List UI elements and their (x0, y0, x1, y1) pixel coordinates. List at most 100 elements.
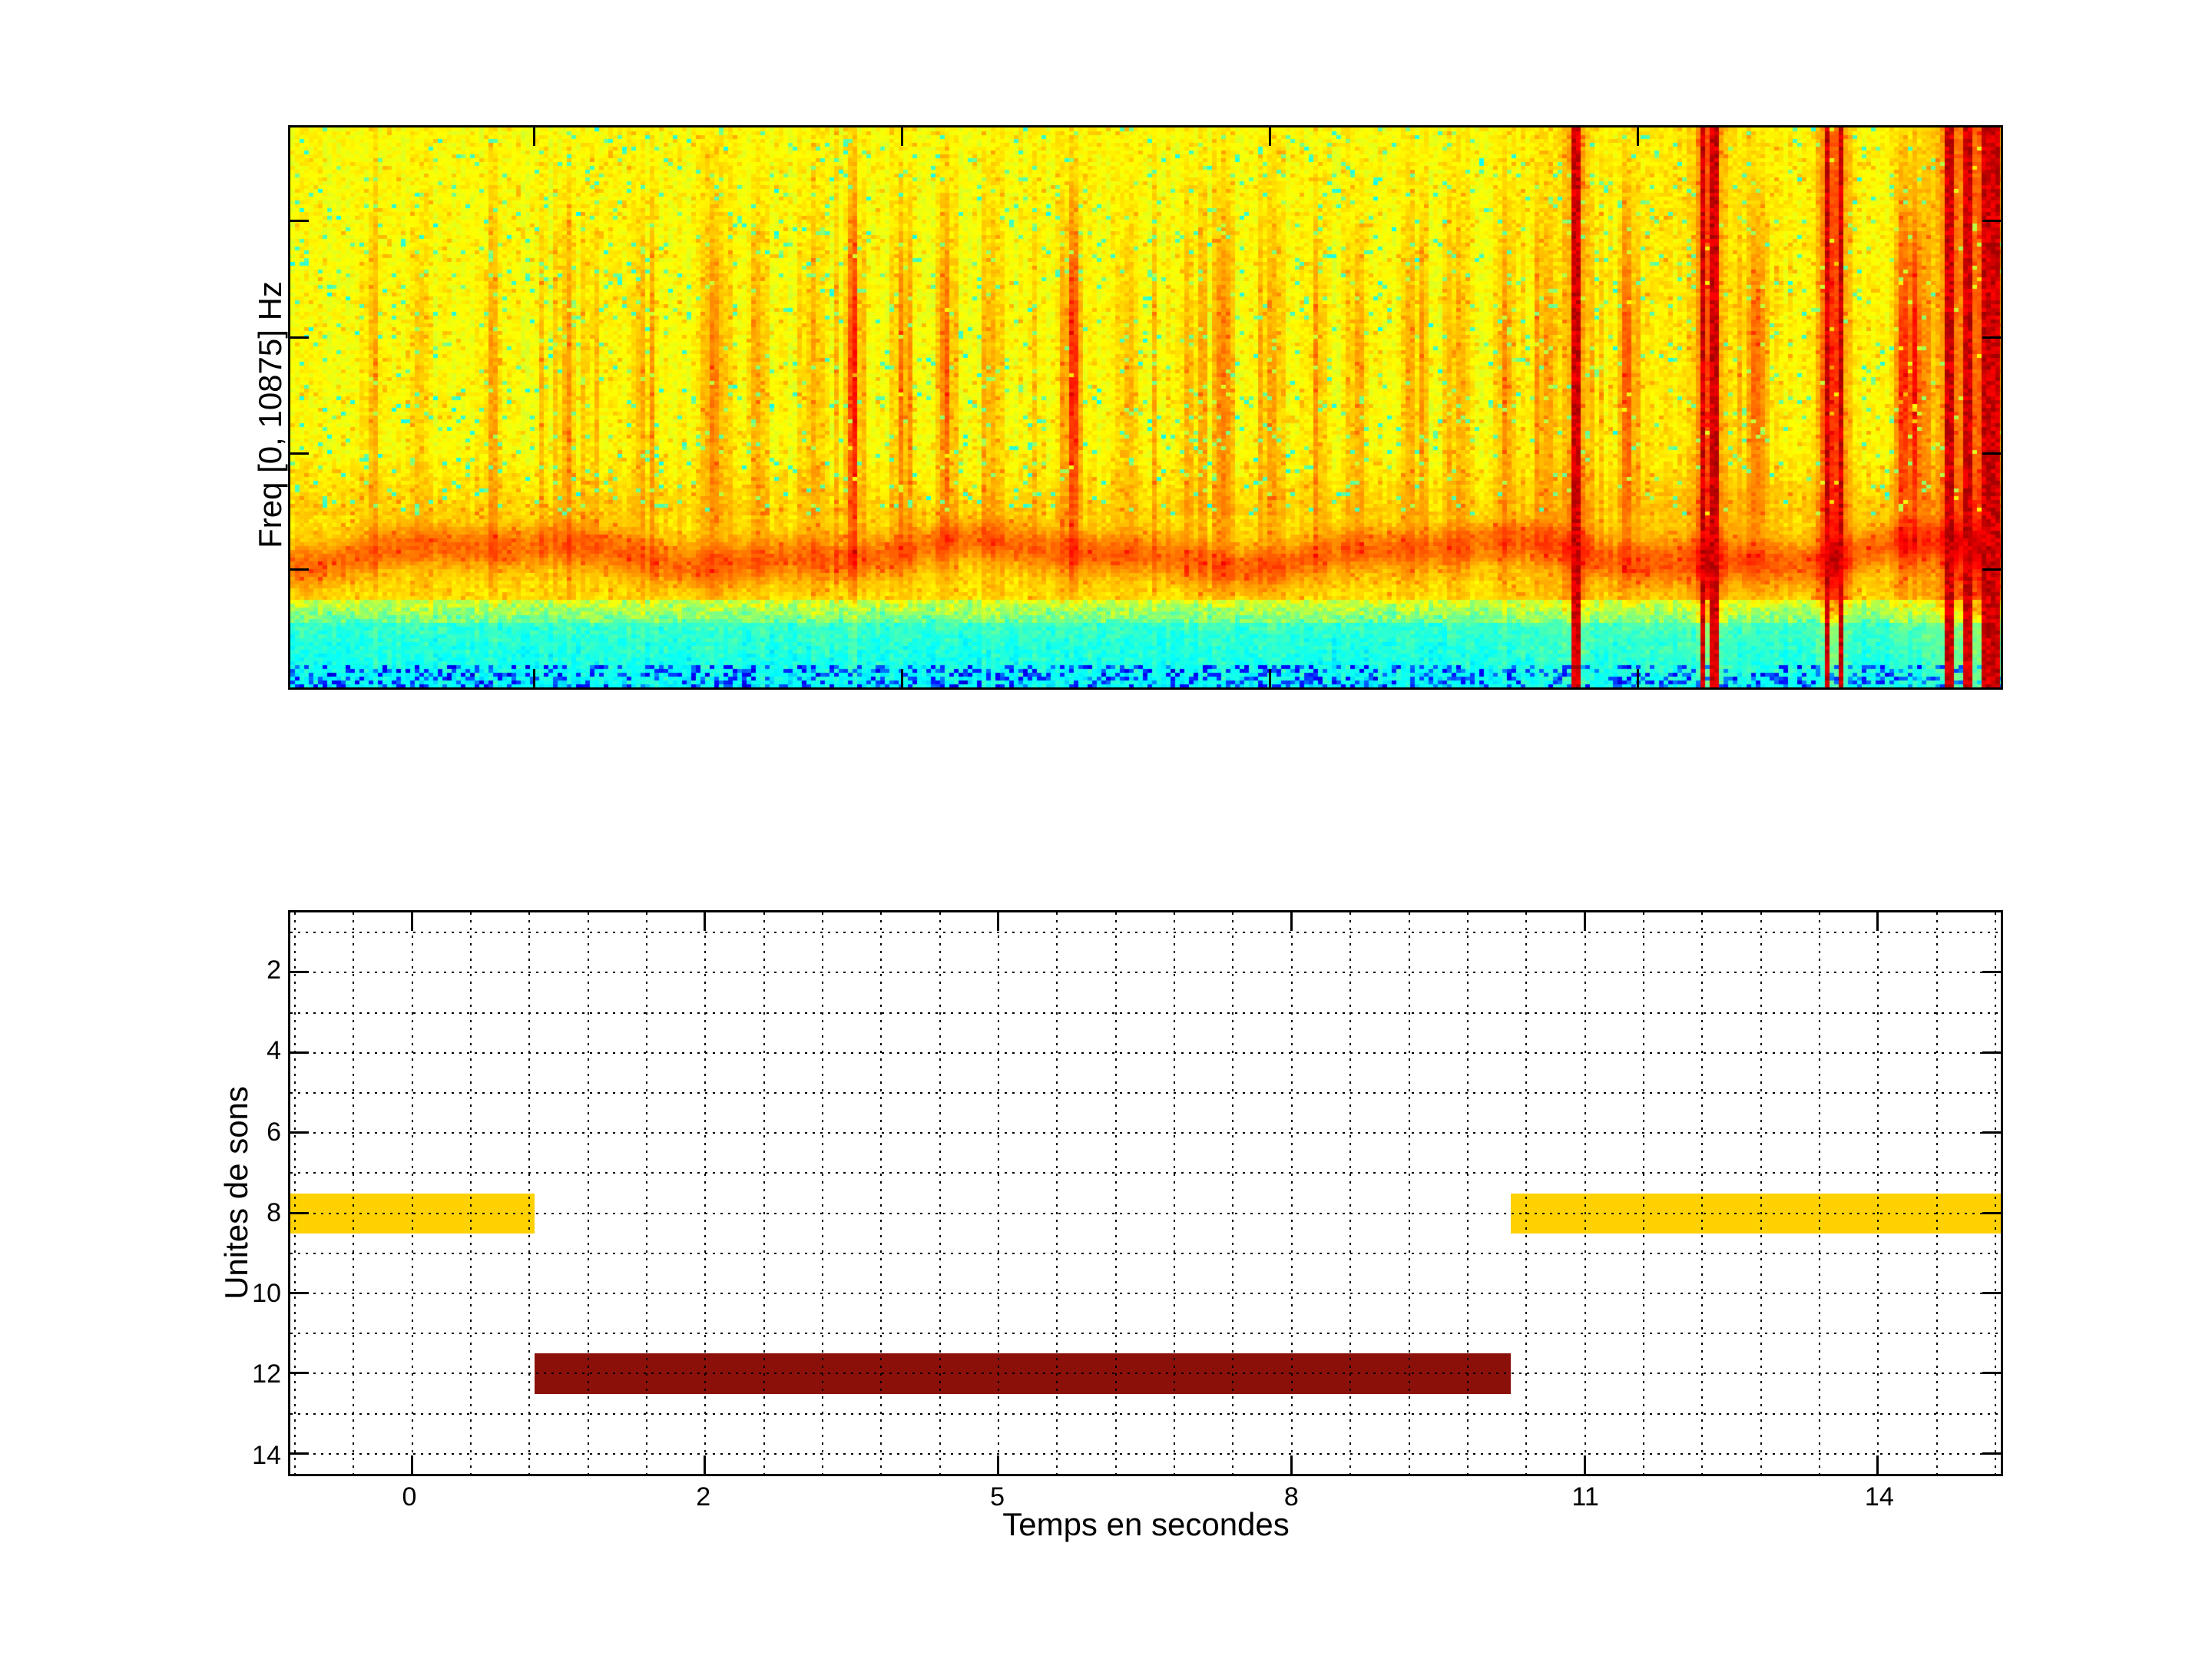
grid-line-vertical (763, 912, 765, 1474)
grid-line-vertical (939, 912, 941, 1474)
x-tick-mark (704, 1455, 706, 1474)
grid-line-vertical (412, 912, 413, 1474)
grid-line-horizontal (290, 932, 2001, 933)
grid-line-vertical (1232, 912, 1233, 1474)
x-tick-mark (1290, 912, 1293, 931)
x-tick-mark (704, 912, 706, 931)
grid-line-vertical (1525, 912, 1527, 1474)
grid-line-horizontal (290, 1052, 2001, 1054)
spec-y-tick-mark (290, 220, 309, 222)
x-tick-label: 0 (402, 1484, 417, 1510)
y-tick-label: 12 (212, 1361, 281, 1387)
y-tick-label: 8 (212, 1200, 281, 1226)
x-tick-mark (997, 912, 999, 931)
spec-y-tick-mark (1982, 568, 2001, 571)
y-tick-mark (290, 1372, 309, 1374)
grid-line-horizontal (290, 1213, 2001, 1214)
y-tick-mark (1982, 1212, 2001, 1214)
grid-line-horizontal (290, 1293, 2001, 1294)
y-tick-mark (1982, 1131, 2001, 1134)
grid-line-vertical (1291, 912, 1293, 1474)
y-tick-label: 14 (212, 1442, 281, 1469)
y-tick-label: 2 (212, 957, 281, 983)
grid-line-vertical (822, 912, 823, 1474)
y-tick-mark (1982, 1452, 2001, 1455)
grid-line-horizontal (290, 1012, 2001, 1014)
y-tick-label: 6 (212, 1119, 281, 1145)
y-tick-mark (290, 971, 309, 973)
spec-x-tick-mark (901, 669, 903, 687)
freq-axis-label: Freq [0, 10875] Hz (254, 281, 286, 548)
grid-line-horizontal (290, 1453, 2001, 1455)
x-tick-mark (1584, 912, 1586, 931)
grid-line-vertical (1115, 912, 1117, 1474)
grid-line-vertical (880, 912, 882, 1474)
time-axis-label: Temps en secondes (1002, 1508, 1290, 1541)
y-tick-mark (1982, 1292, 2001, 1294)
grid-line-horizontal (290, 1373, 2001, 1374)
spec-x-tick-mark (1637, 127, 1639, 146)
x-tick-mark (1876, 1455, 1879, 1474)
figure: Freq [0, 10875] Hz Unites de sons Temps … (0, 0, 2212, 1659)
spec-y-tick-mark (290, 568, 309, 571)
grid-line-vertical (1701, 912, 1703, 1474)
grid-line-vertical (1643, 912, 1644, 1474)
grid-line-vertical (646, 912, 647, 1474)
spec-y-tick-mark (1982, 336, 2001, 339)
y-tick-mark (1982, 971, 2001, 973)
spec-y-tick-mark (290, 452, 309, 455)
spec-y-tick-mark (1982, 452, 2001, 455)
spec-y-tick-mark (1982, 220, 2001, 222)
y-tick-mark (290, 1292, 309, 1294)
grid-line-horizontal (290, 1092, 2001, 1094)
grid-line-horizontal (290, 972, 2001, 973)
x-tick-mark (1584, 1455, 1586, 1474)
x-tick-label: 2 (696, 1484, 710, 1510)
y-tick-label: 10 (212, 1280, 281, 1306)
grid-line-horizontal (290, 1132, 2001, 1134)
x-tick-label: 11 (1571, 1484, 1598, 1510)
grid-line-vertical (1584, 912, 1586, 1474)
grid-line-vertical (1056, 912, 1058, 1474)
grid-line-horizontal (290, 1253, 2001, 1254)
spec-x-tick-mark (533, 127, 535, 146)
grid-line-vertical (1349, 912, 1351, 1474)
grid-line-vertical (1174, 912, 1175, 1474)
grid-line-vertical (1760, 912, 1762, 1474)
grid-line-vertical (1467, 912, 1469, 1474)
x-tick-mark (411, 912, 413, 931)
grid-line-vertical (1819, 912, 1820, 1474)
x-tick-mark (1290, 1455, 1293, 1474)
x-tick-mark (1876, 912, 1879, 931)
grid-line-vertical (528, 912, 530, 1474)
spec-y-tick-mark (290, 336, 309, 339)
grid-line-vertical (1995, 912, 1996, 1474)
grid-line-vertical (1409, 912, 1410, 1474)
spec-x-tick-mark (533, 669, 535, 687)
grid-line-horizontal (290, 1413, 2001, 1415)
spec-x-tick-mark (1637, 669, 1639, 687)
grid-line-vertical (294, 912, 296, 1474)
grid-line-vertical (704, 912, 706, 1474)
activation-plot (288, 910, 2003, 1476)
spec-x-tick-mark (901, 127, 903, 146)
y-tick-label: 4 (212, 1038, 281, 1064)
y-tick-mark (290, 1131, 309, 1134)
grid-line-vertical (1936, 912, 1938, 1474)
y-tick-mark (290, 1051, 309, 1054)
y-tick-mark (1982, 1372, 2001, 1374)
grid-line-vertical (588, 912, 589, 1474)
spec-x-tick-mark (1269, 669, 1271, 687)
grid-line-vertical (998, 912, 999, 1474)
grid-line-horizontal (290, 1172, 2001, 1174)
spec-x-tick-mark (1269, 127, 1271, 146)
grid-line-vertical (353, 912, 354, 1474)
x-tick-label: 8 (1284, 1484, 1299, 1510)
y-tick-mark (290, 1212, 309, 1214)
grid-line-vertical (1877, 912, 1879, 1474)
spectrogram-plot (288, 125, 2003, 690)
y-tick-mark (1982, 1051, 2001, 1054)
x-tick-label: 14 (1865, 1484, 1894, 1510)
x-tick-mark (997, 1455, 999, 1474)
spectrogram-canvas (290, 127, 2001, 687)
